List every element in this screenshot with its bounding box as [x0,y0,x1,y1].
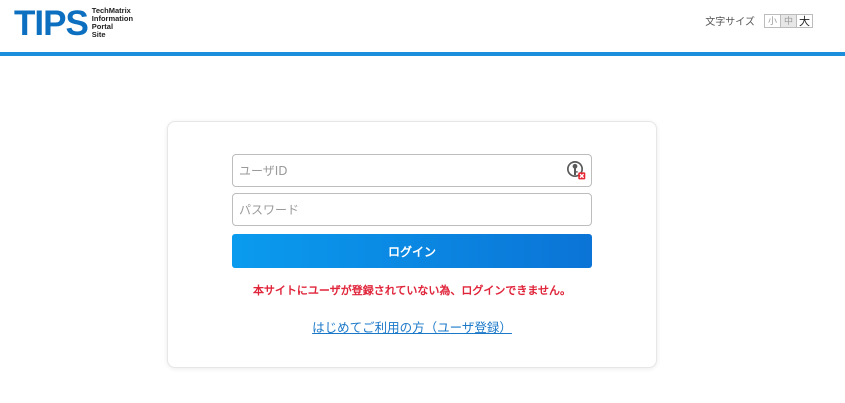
register-link-container: はじめてご利用の方（ユーザ登録） [168,317,656,336]
error-message: 本サイトにユーザが登録されていない為、ログインできません。 [252,284,572,297]
logo-subtitle: TechMatrix Information Portal Site [92,7,133,39]
password-input[interactable] [232,193,592,226]
header-divider [0,52,845,56]
font-size-selector: 文字サイズ 小 中 大 [705,13,813,28]
register-link[interactable]: はじめてご利用の方（ユーザ登録） [312,320,512,335]
key-icon[interactable] [566,160,586,180]
site-header: TIPS TechMatrix Information Portal Site … [0,0,845,52]
login-card: ログイン 本サイトにユーザが登録されていない為、ログインできません。 はじめてご… [167,121,657,368]
logo-wordmark: TIPS [14,4,89,43]
user-id-input[interactable] [232,154,592,187]
font-size-large-button[interactable]: 大 [796,13,813,28]
font-size-medium-button[interactable]: 中 [780,13,797,28]
tips-logo[interactable]: TIPS TechMatrix Information Portal Site [14,4,133,43]
logo-sub-line: Site [91,30,106,39]
login-button[interactable]: ログイン [232,234,592,268]
font-size-small-button[interactable]: 小 [764,13,781,28]
font-size-label: 文字サイズ [705,17,755,28]
